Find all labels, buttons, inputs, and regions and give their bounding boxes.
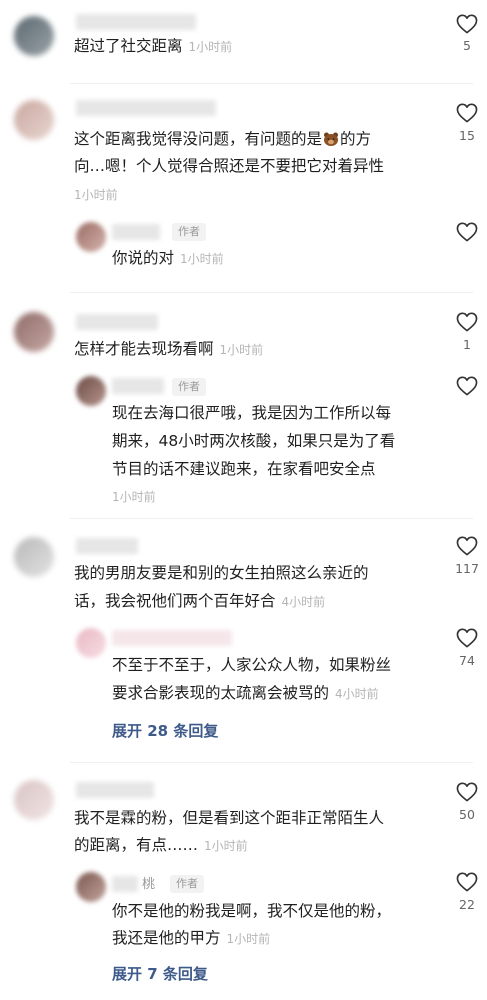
expand-replies-button[interactable]: 展开 7 条回复 bbox=[112, 963, 208, 984]
comment-text: 超过了社交距离 1小时前 bbox=[74, 37, 233, 55]
timestamp: 1小时前 bbox=[74, 188, 118, 202]
author-tag: 作者 bbox=[170, 875, 204, 893]
divider bbox=[70, 83, 473, 84]
like-heart-icon[interactable] bbox=[456, 222, 478, 242]
like-count: 1 bbox=[463, 337, 471, 352]
reply-text-line2: 我还是他的甲方 1小时前 bbox=[112, 929, 271, 947]
comment-text-line2: 的距离，有点…… 1小时前 bbox=[74, 836, 248, 854]
like-count: 22 bbox=[459, 897, 475, 912]
like-heart-icon[interactable] bbox=[456, 103, 478, 123]
like-heart-icon[interactable] bbox=[456, 312, 478, 332]
reply-text-line2: 要求合影表现的太疏离会被骂的 4小时前 bbox=[112, 684, 379, 702]
bear-emoji-icon bbox=[324, 132, 339, 146]
avatar[interactable] bbox=[14, 312, 54, 352]
reply-username[interactable]: 桃 bbox=[142, 873, 155, 892]
reply-text-line3: 节目的话不建议跑来，在家看吧安全点 bbox=[112, 460, 376, 478]
divider bbox=[70, 762, 473, 763]
like-heart-icon[interactable] bbox=[456, 872, 478, 892]
timestamp: 1小时前 bbox=[188, 40, 233, 54]
username-blurred[interactable] bbox=[76, 782, 154, 798]
reply-avatar[interactable] bbox=[76, 872, 106, 902]
comment-text-line1: 我的男朋友要是和别的女生拍照这么亲近的 bbox=[74, 564, 369, 582]
reply-username-blurred[interactable] bbox=[112, 224, 160, 240]
like-count: 15 bbox=[459, 128, 475, 143]
avatar[interactable] bbox=[14, 16, 54, 56]
comment-text-line1: 我不是霖的粉，但是看到这个距非正常陌生人 bbox=[74, 809, 385, 827]
divider bbox=[70, 292, 473, 293]
reply-avatar[interactable] bbox=[76, 376, 106, 406]
reply-username-blurred[interactable] bbox=[112, 378, 164, 394]
avatar[interactable] bbox=[14, 780, 54, 820]
like-count: 5 bbox=[463, 38, 471, 53]
timestamp: 1小时前 bbox=[204, 839, 248, 853]
reply-text-line1: 不至于不至于，人家公众人物，如果粉丝 bbox=[112, 656, 392, 674]
like-count: 50 bbox=[459, 807, 475, 822]
author-tag: 作者 bbox=[172, 378, 206, 396]
timestamp: 4小时前 bbox=[281, 595, 326, 609]
username-blurred[interactable] bbox=[76, 14, 196, 30]
avatar[interactable] bbox=[14, 537, 54, 577]
like-heart-icon[interactable] bbox=[456, 376, 478, 396]
divider bbox=[70, 518, 473, 519]
timestamp: 1小时前 bbox=[180, 252, 224, 266]
username-blurred[interactable] bbox=[76, 538, 138, 554]
username-blurred[interactable] bbox=[76, 314, 158, 330]
avatar[interactable] bbox=[14, 100, 54, 140]
comment-text: 怎样才能去现场看啊 1小时前 bbox=[74, 340, 264, 358]
timestamp: 4小时前 bbox=[335, 687, 379, 701]
like-heart-icon[interactable] bbox=[456, 14, 478, 34]
reply-text-line2: 期来，48小时两次核酸，如果只是为了看 bbox=[112, 432, 396, 450]
comment-text-line2: 向…嗯！个人觉得合照还是不要把它对着异性 bbox=[74, 157, 385, 175]
timestamp: 1小时前 bbox=[112, 490, 156, 504]
author-tag: 作者 bbox=[172, 223, 206, 241]
reply-text-line1: 现在去海口很严哦，我是因为工作所以每 bbox=[112, 404, 392, 422]
like-heart-icon[interactable] bbox=[456, 782, 478, 802]
like-heart-icon[interactable] bbox=[456, 628, 478, 648]
timestamp: 1小时前 bbox=[226, 932, 271, 946]
reply-avatar[interactable] bbox=[76, 628, 106, 658]
reply-text: 你说的对 1小时前 bbox=[112, 249, 224, 267]
username-blurred[interactable] bbox=[76, 100, 216, 116]
like-count: 74 bbox=[459, 653, 475, 668]
expand-replies-button[interactable]: 展开 28 条回复 bbox=[112, 720, 218, 741]
reply-avatar[interactable] bbox=[76, 222, 106, 252]
reply-username-blurred[interactable] bbox=[112, 876, 138, 892]
reply-username-blurred[interactable] bbox=[112, 630, 232, 646]
like-count: 117 bbox=[455, 561, 479, 576]
comment-text-line2: 话，我会祝他们两个百年好合 4小时前 bbox=[74, 592, 326, 610]
reply-text-line1: 你不是他的粉我是啊，我不仅是他的粉， bbox=[112, 902, 392, 920]
comment-text: 这个距离我觉得没问题，有问题的是 的方 bbox=[74, 130, 372, 148]
timestamp: 1小时前 bbox=[219, 343, 264, 357]
like-heart-icon[interactable] bbox=[456, 536, 478, 556]
